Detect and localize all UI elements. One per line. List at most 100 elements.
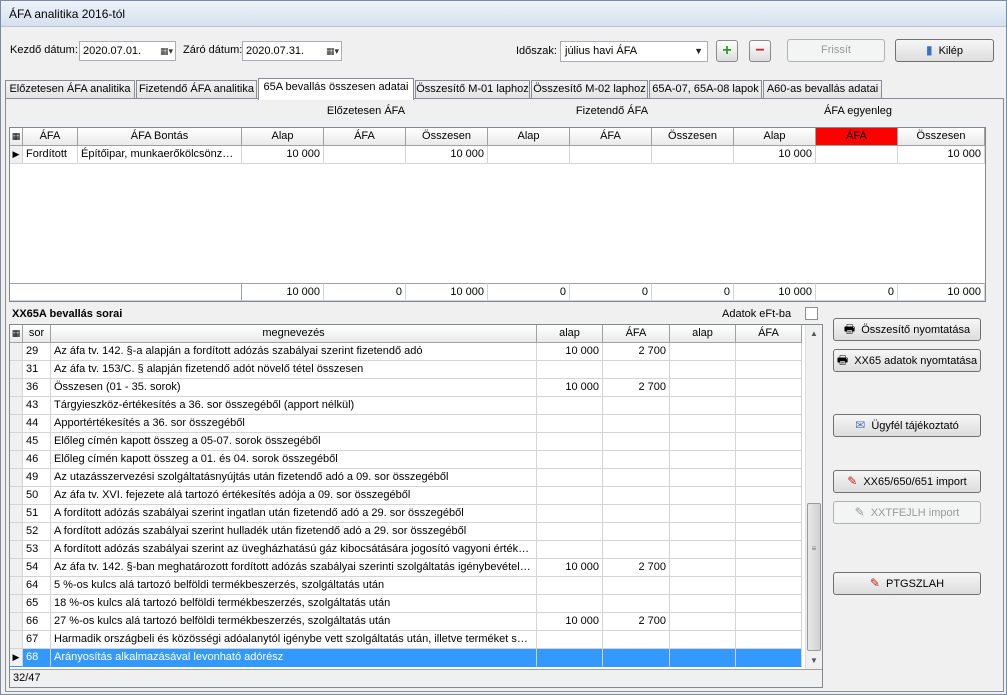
cell-megnevezes[interactable]: 5 %-os kulcs alá tartozó belföldi termék… <box>51 577 537 595</box>
cell-alap[interactable] <box>537 487 603 505</box>
cell-alap-2[interactable] <box>670 469 736 487</box>
cell-afa[interactable] <box>603 451 670 469</box>
cell-afa-2[interactable] <box>736 433 802 451</box>
cell-value[interactable]: 10 000 <box>898 146 985 164</box>
remove-period-button[interactable]: − <box>749 40 771 62</box>
cell-alap-2[interactable] <box>670 361 736 379</box>
cell-afa-2[interactable] <box>736 559 802 577</box>
cell-alap[interactable] <box>537 397 603 415</box>
cell-sor[interactable]: 68 <box>23 649 51 667</box>
cell-sor[interactable]: 67 <box>23 631 51 649</box>
cell-afa-2[interactable] <box>736 631 802 649</box>
table-row[interactable]: 54 Az áfa tv. 142. §-ban meghatározott fo… <box>10 559 807 577</box>
vertical-scrollbar[interactable]: ▲ ≡ ▼ <box>805 325 822 669</box>
cell-megnevezes[interactable]: 27 %-os kulcs alá tartozó belföldi termé… <box>51 613 537 631</box>
cell-afa[interactable] <box>603 433 670 451</box>
cell-alap[interactable] <box>537 415 603 433</box>
cell-afa[interactable] <box>603 631 670 649</box>
cell-alap[interactable] <box>537 523 603 541</box>
cell-alap[interactable] <box>537 595 603 613</box>
col-header-osszesen[interactable]: Összesen <box>652 128 734 146</box>
cell-alap-2[interactable] <box>670 379 736 397</box>
cell-afa[interactable] <box>603 361 670 379</box>
cell-alap-2[interactable] <box>670 559 736 577</box>
cell-megnevezes[interactable]: Előleg címén kapott összeg a 05-07. soro… <box>51 433 537 451</box>
tab-a60-bevallas[interactable]: A60-as bevallás adatai <box>763 80 882 99</box>
cell-value[interactable] <box>816 146 898 164</box>
table-row[interactable]: 36 Összesen (01 - 35. sorok) 10 000 2 700 <box>10 379 807 397</box>
cell-sor[interactable]: 53 <box>23 541 51 559</box>
cell-sor[interactable]: 52 <box>23 523 51 541</box>
table-row[interactable]: 49 Az utazásszervezési szolgáltatásnyújtá… <box>10 469 807 487</box>
print-xx65-button[interactable]: 🖶 XX65 adatok nyomtatása <box>833 349 981 372</box>
cell-value[interactable] <box>324 146 406 164</box>
col-header-sor[interactable]: sor <box>23 325 51 343</box>
cell-alap-2[interactable] <box>670 451 736 469</box>
cell-sor[interactable]: 51 <box>23 505 51 523</box>
tab-elozetes-afa[interactable]: Előzetesen ÁFA analitika <box>5 80 135 99</box>
cell-megnevezes[interactable]: Az áfa tv. 153/C. § alapján fizetendő ad… <box>51 361 537 379</box>
table-row[interactable]: 52 A fordított adózás szabályai szerint h… <box>10 523 807 541</box>
cell-sor[interactable]: 29 <box>23 343 51 361</box>
table-row[interactable]: 53 A fordított adózás szabályai szerint a… <box>10 541 807 559</box>
cell-value[interactable]: 10 000 <box>242 146 324 164</box>
cell-sor[interactable]: 66 <box>23 613 51 631</box>
cell-megnevezes[interactable]: Tárgyieszköz-értékesítés a 36. sor össze… <box>51 397 537 415</box>
cell-afa[interactable] <box>603 397 670 415</box>
grid-settings-icon[interactable]: ▦ <box>10 128 23 146</box>
col-header-afa[interactable]: ÁFA <box>23 128 78 146</box>
refresh-button[interactable]: Frissít <box>787 39 885 62</box>
col-header-alap-2[interactable]: alap <box>670 325 736 343</box>
cell-megnevezes[interactable]: A fordított adózás szabályai szerint az … <box>51 541 537 559</box>
table-row[interactable]: 31 Az áfa tv. 153/C. § alapján fizetendő … <box>10 361 807 379</box>
table-row[interactable]: ▶ 68 Arányosítás alkalmazásával levonható … <box>10 649 807 667</box>
cell-afa[interactable] <box>603 415 670 433</box>
cell-alap[interactable] <box>537 469 603 487</box>
cell-alap[interactable]: 10 000 <box>537 343 603 361</box>
eft-checkbox[interactable] <box>805 307 818 320</box>
table-row[interactable]: 45 Előleg címén kapott összeg a 05-07. so… <box>10 433 807 451</box>
cell-afa[interactable]: 2 700 <box>603 613 670 631</box>
cell-alap[interactable] <box>537 433 603 451</box>
cell-afa-2[interactable] <box>736 397 802 415</box>
col-header-alap[interactable]: Alap <box>242 128 324 146</box>
col-header-afa[interactable]: ÁFA <box>324 128 406 146</box>
cell-sor[interactable]: 36 <box>23 379 51 397</box>
table-row[interactable]: 46 Előleg címén kapott összeg a 01. és 04… <box>10 451 807 469</box>
cell-afa[interactable] <box>603 541 670 559</box>
ptgszlah-button[interactable]: ✎ PTGSZLAH <box>833 572 981 595</box>
col-header-afa-bontas[interactable]: ÁFA Bontás <box>78 128 242 146</box>
table-row[interactable]: 64 5 %-os kulcs alá tartozó belföldi term… <box>10 577 807 595</box>
col-header-osszesen[interactable]: Összesen <box>406 128 488 146</box>
cell-alap[interactable] <box>537 577 603 595</box>
cell-alap[interactable] <box>537 505 603 523</box>
cell-megnevezes[interactable]: A fordított adózás szabályai szerint hul… <box>51 523 537 541</box>
cell-afa[interactable] <box>603 595 670 613</box>
xx65-import-button[interactable]: ✎ XX65/650/651 import <box>833 470 981 493</box>
col-header-alap[interactable]: Alap <box>734 128 816 146</box>
cell-alap-2[interactable] <box>670 505 736 523</box>
col-header-alap[interactable]: Alap <box>488 128 570 146</box>
start-date-picker[interactable]: 2020.07.01. ▦▾ <box>79 41 176 61</box>
cell-sor[interactable]: 65 <box>23 595 51 613</box>
table-row[interactable]: ▶ Fordított Építőipar, munkaerőkölcsönzé… <box>10 146 985 164</box>
table-row[interactable]: 67 Harmadik országbeli és közösségi adóal… <box>10 631 807 649</box>
cell-alap-2[interactable] <box>670 631 736 649</box>
cell-afa-2[interactable] <box>736 415 802 433</box>
cell-alap-2[interactable] <box>670 415 736 433</box>
tab-osszesito-m02[interactable]: Összesítő M-02 laphoz <box>531 80 648 99</box>
cell-alap[interactable] <box>537 631 603 649</box>
cell-sor[interactable]: 44 <box>23 415 51 433</box>
cell-afa-2[interactable] <box>736 649 802 667</box>
table-row[interactable]: 51 A fordított adózás szabályai szerint i… <box>10 505 807 523</box>
xxtfejlh-import-button[interactable]: ✎ XXTFEJLH import <box>833 501 981 524</box>
cell-megnevezes[interactable]: Apportértékesítés a 36. sor összegéből <box>51 415 537 433</box>
col-header-afa-2[interactable]: ÁFA <box>736 325 802 343</box>
cell-alap-2[interactable] <box>670 541 736 559</box>
cell-afa-2[interactable] <box>736 505 802 523</box>
cell-megnevezes[interactable]: Arányosítás alkalmazásával levonható adó… <box>51 649 537 667</box>
table-row[interactable]: 29 Az áfa tv. 142. §-a alapján a fordítot… <box>10 343 807 361</box>
cell-afa-2[interactable] <box>736 469 802 487</box>
cell-value[interactable]: 10 000 <box>734 146 816 164</box>
cell-value[interactable]: 10 000 <box>406 146 488 164</box>
